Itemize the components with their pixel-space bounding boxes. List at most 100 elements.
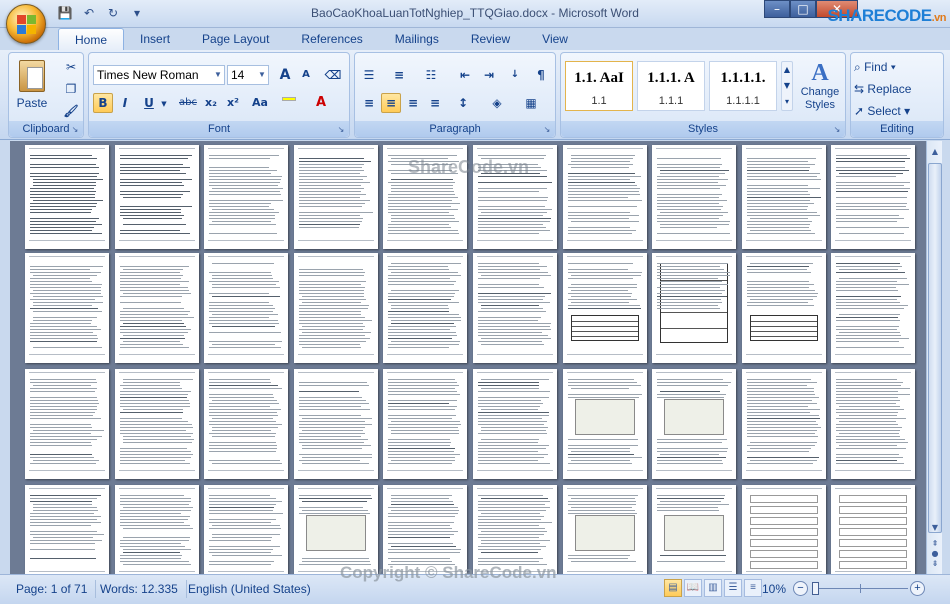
- page-thumbnail[interactable]: [204, 485, 288, 574]
- full-screen-reading-icon[interactable]: 📖: [684, 579, 702, 597]
- page-thumbnail[interactable]: [383, 485, 467, 574]
- clipboard-launcher-icon[interactable]: ↘: [70, 125, 80, 135]
- language-indicator[interactable]: English (United States): [188, 580, 319, 598]
- page-thumbnail[interactable]: [25, 485, 109, 574]
- word-count[interactable]: Words: 12.335: [100, 580, 187, 598]
- bullets-icon[interactable]: ☰: [359, 65, 379, 85]
- font-launcher-icon[interactable]: ↘: [336, 125, 346, 135]
- cut-icon[interactable]: ✂: [61, 57, 81, 77]
- zoom-level[interactable]: 10%: [762, 580, 786, 598]
- highlight-icon[interactable]: [279, 93, 299, 113]
- page-thumbnail[interactable]: [831, 145, 915, 249]
- page-thumbnail[interactable]: [383, 253, 467, 363]
- justify-icon[interactable]: ≡: [425, 93, 445, 113]
- select-button[interactable]: ➚ Select ▾: [853, 101, 941, 121]
- strikethrough-button[interactable]: abc: [175, 93, 201, 113]
- page-thumbnail[interactable]: [115, 369, 199, 479]
- document-area[interactable]: [10, 141, 926, 574]
- multilevel-list-icon[interactable]: ☷: [421, 65, 441, 85]
- format-painter-icon[interactable]: 🖌: [61, 101, 81, 121]
- zoom-slider-thumb[interactable]: [812, 582, 819, 595]
- page-thumbnail[interactable]: [115, 485, 199, 574]
- page-thumbnail[interactable]: [115, 145, 199, 249]
- shading-icon[interactable]: ◈: [487, 93, 507, 113]
- line-spacing-icon[interactable]: ↕: [453, 93, 473, 113]
- scroll-thumb[interactable]: [928, 163, 942, 533]
- page-thumbnail[interactable]: [652, 145, 736, 249]
- vertical-scrollbar[interactable]: ▲ ▼ ⇞ ● ⇟: [926, 141, 942, 574]
- numbering-icon[interactable]: ≡: [389, 65, 409, 85]
- clear-formatting-icon[interactable]: ⌫: [323, 65, 343, 85]
- bold-button[interactable]: B: [93, 93, 113, 113]
- tab-insert[interactable]: Insert: [124, 28, 186, 50]
- sort-icon[interactable]: ↓: [505, 65, 525, 85]
- tab-page-layout[interactable]: Page Layout: [186, 28, 285, 50]
- superscript-button[interactable]: x²: [223, 93, 243, 113]
- page-thumbnail[interactable]: [115, 253, 199, 363]
- page-thumbnail[interactable]: [563, 369, 647, 479]
- page-thumbnail[interactable]: [294, 369, 378, 479]
- page-thumbnail[interactable]: [563, 485, 647, 574]
- align-left-icon[interactable]: ≡: [359, 93, 379, 113]
- increase-indent-icon[interactable]: ⇥: [479, 65, 499, 85]
- paragraph-launcher-icon[interactable]: ↘: [542, 125, 552, 135]
- scroll-down-icon[interactable]: ▼: [928, 521, 942, 535]
- page-thumbnail[interactable]: [204, 145, 288, 249]
- maximize-button[interactable]: □: [790, 0, 816, 18]
- chevron-down-icon[interactable]: ▼: [159, 93, 169, 113]
- change-case-button[interactable]: Aa: [247, 93, 273, 113]
- page-thumbnail[interactable]: [831, 253, 915, 363]
- page-thumbnail[interactable]: [25, 145, 109, 249]
- page-thumbnail[interactable]: [652, 369, 736, 479]
- find-button[interactable]: ⌕ Find ▾: [853, 57, 941, 77]
- paste-button[interactable]: Paste: [13, 57, 51, 117]
- underline-button[interactable]: U: [139, 93, 159, 113]
- page-thumbnail[interactable]: [294, 145, 378, 249]
- page-thumbnail[interactable]: [473, 485, 557, 574]
- style-1-1-1-1[interactable]: 1.1.1.1. 1.1.1.1: [709, 61, 777, 111]
- font-color-icon[interactable]: A: [311, 93, 331, 113]
- tab-view[interactable]: View: [526, 28, 584, 50]
- copy-icon[interactable]: ❐: [61, 79, 81, 99]
- change-styles-button[interactable]: A Change Styles: [797, 59, 843, 117]
- page-thumbnail[interactable]: [831, 485, 915, 574]
- page-thumbnail[interactable]: [563, 253, 647, 363]
- scroll-up-icon[interactable]: ▲: [928, 145, 942, 159]
- page-thumbnail[interactable]: [831, 369, 915, 479]
- show-formatting-button[interactable]: ¶: [531, 65, 551, 85]
- draft-icon[interactable]: ≡: [744, 579, 762, 597]
- tab-mailings[interactable]: Mailings: [379, 28, 455, 50]
- page-thumbnail[interactable]: [294, 253, 378, 363]
- page-thumbnail[interactable]: [652, 253, 736, 363]
- next-page-icon[interactable]: ⇟: [928, 557, 942, 571]
- style-1-1-1[interactable]: 1.1.1. A 1.1.1: [637, 61, 705, 111]
- styles-scroll-icon[interactable]: ▲ ▼ ▾: [781, 61, 793, 111]
- page-thumbnail[interactable]: [742, 145, 826, 249]
- page-thumbnail[interactable]: [25, 369, 109, 479]
- page-thumbnail[interactable]: [742, 485, 826, 574]
- shrink-font-button[interactable]: A: [296, 65, 316, 85]
- style-1-1[interactable]: 1.1. AaI 1.1: [565, 61, 633, 111]
- page-thumbnail[interactable]: [204, 253, 288, 363]
- page-thumbnail[interactable]: [25, 253, 109, 363]
- tab-review[interactable]: Review: [455, 28, 526, 50]
- page-thumbnail[interactable]: [204, 369, 288, 479]
- minimize-button[interactable]: –: [764, 0, 790, 18]
- page-thumbnail[interactable]: [383, 369, 467, 479]
- grow-font-button[interactable]: A: [275, 65, 295, 85]
- italic-button[interactable]: I: [115, 93, 135, 113]
- subscript-button[interactable]: x₂: [201, 93, 221, 113]
- tab-home[interactable]: Home: [58, 28, 125, 50]
- font-size-select[interactable]: 14 ▼: [227, 65, 269, 85]
- print-layout-icon[interactable]: ▤: [664, 579, 682, 597]
- styles-launcher-icon[interactable]: ↘: [832, 125, 842, 135]
- page-thumbnail[interactable]: [473, 369, 557, 479]
- align-center-icon[interactable]: ≡: [381, 93, 401, 113]
- zoom-out-icon[interactable]: −: [793, 581, 808, 596]
- page-thumbnail[interactable]: [742, 253, 826, 363]
- office-button[interactable]: [6, 4, 46, 44]
- replace-button[interactable]: ⇆ Replace: [853, 79, 941, 99]
- outline-icon[interactable]: ☰: [724, 579, 742, 597]
- font-family-select[interactable]: Times New Roman ▼: [93, 65, 225, 85]
- page-thumbnail[interactable]: [294, 485, 378, 574]
